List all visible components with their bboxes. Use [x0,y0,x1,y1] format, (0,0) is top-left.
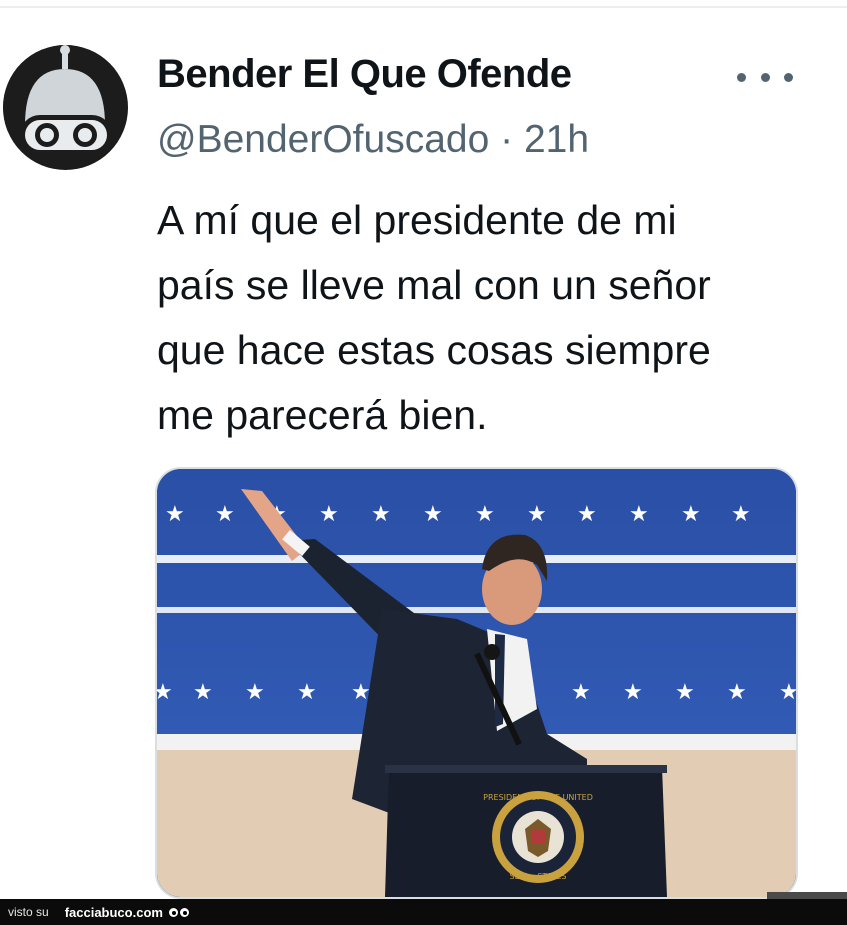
separator: · [500,118,514,161]
tweet-media-image[interactable]: ★★★ ★★★ ★★★ ★★★ ★★★ ★★ ★★★ ★★ [155,467,798,899]
tweet-text-line: me parecerá bien. [157,392,488,438]
svg-text:★: ★ [215,502,235,527]
watermark-footer: visto su facciabuco.com [0,899,847,925]
svg-text:★: ★ [371,502,391,527]
handle-line: @BenderOfuscado · 21h [157,118,589,162]
photo-scene: ★★★ ★★★ ★★★ ★★★ ★★★ ★★ ★★★ ★★ [157,469,796,897]
svg-text:★: ★ [731,502,751,527]
top-divider [0,6,847,8]
eye [168,907,178,917]
tweet-text: A mí que el presidente de mi país se lle… [157,188,817,448]
svg-text:★: ★ [193,680,213,705]
facciabuco-eyes-icon [168,907,189,917]
svg-text:★: ★ [675,680,695,705]
svg-text:★: ★ [423,502,443,527]
visto-label: visto su [8,905,49,919]
svg-text:★: ★ [245,680,265,705]
seal-text-bottom: SEAL · STATES [510,872,567,881]
svg-text:★: ★ [527,502,547,527]
more-dot [760,72,770,82]
svg-text:★: ★ [165,502,185,527]
svg-text:★: ★ [779,680,796,705]
display-name[interactable]: Bender El Que Ofende [157,52,572,97]
tweet-text-line: A mí que el presidente de mi [157,197,677,243]
svg-text:★: ★ [475,502,495,527]
bender-robot-avatar-icon [3,45,127,169]
more-dots-icon[interactable] [737,60,793,94]
more-dot [784,72,793,82]
avatar[interactable] [3,45,128,170]
svg-text:★: ★ [577,502,597,527]
seal-text-top: PRESIDENT OF THE UNITED [483,793,593,802]
tweet-text-line: que hace estas cosas siempre [157,327,711,373]
svg-text:★: ★ [297,680,317,705]
more-dot [737,72,746,82]
svg-text:★: ★ [157,680,173,705]
handle[interactable]: @BenderOfuscado [157,118,489,161]
svg-text:★: ★ [727,680,747,705]
svg-text:★: ★ [629,502,649,527]
svg-text:★: ★ [623,680,643,705]
tweet-text-line: país se lleve mal con un señor [157,262,711,308]
site-label[interactable]: facciabuco.com [65,905,163,920]
svg-text:★: ★ [319,502,339,527]
eye [179,907,189,917]
svg-text:★: ★ [681,502,701,527]
timestamp[interactable]: 21h [524,118,589,161]
svg-text:★: ★ [571,680,591,705]
